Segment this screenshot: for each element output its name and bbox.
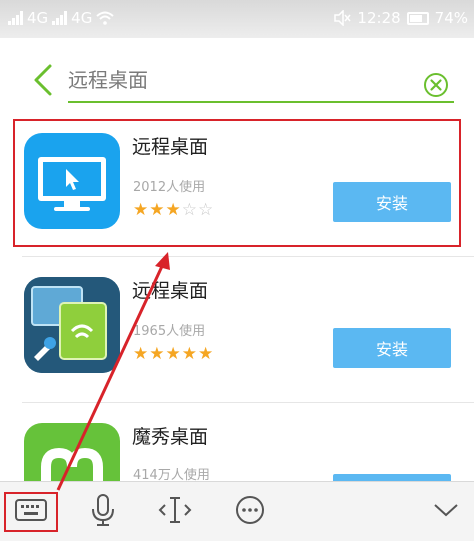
search-header: 远程桌面 xyxy=(0,52,474,110)
network-label-2: 4G xyxy=(71,9,93,27)
mute-icon xyxy=(334,10,351,26)
star-filled-icon: ★ xyxy=(149,344,165,364)
search-underline xyxy=(68,101,454,103)
collapse-keyboard-button[interactable] xyxy=(428,492,464,528)
back-arrow-icon[interactable] xyxy=(30,62,56,98)
voice-input-button[interactable] xyxy=(85,492,121,528)
microphone-icon xyxy=(92,494,114,526)
app-list-item[interactable]: 远程桌面 1965人使用 ★ ★ ★ ★ ★ 安装 xyxy=(0,262,474,402)
app-usage-count: 1965人使用 xyxy=(133,324,206,339)
highlight-annotation-box xyxy=(13,119,461,247)
moxiu-desktop-app-icon xyxy=(24,423,120,481)
input-toolbar xyxy=(0,481,474,541)
app-name: 远程桌面 xyxy=(132,280,209,302)
network-label-1: 4G xyxy=(27,9,49,27)
clear-icon[interactable] xyxy=(423,72,449,98)
more-icon xyxy=(236,496,264,524)
star-filled-icon: ★ xyxy=(181,344,197,364)
star-filled-icon: ★ xyxy=(133,344,149,364)
app-name: 魔秀桌面 xyxy=(132,426,209,448)
install-button[interactable]: 安装 xyxy=(333,474,451,481)
signal-icon xyxy=(52,11,68,25)
install-button[interactable]: 安装 xyxy=(333,328,451,368)
star-filled-icon: ★ xyxy=(165,344,181,364)
app-list-item[interactable]: 魔秀桌面 414万人使用 安装 xyxy=(0,408,474,481)
wifi-icon xyxy=(96,11,115,25)
divider xyxy=(22,256,474,257)
keyboard-icon xyxy=(15,499,47,521)
chevron-down-icon xyxy=(434,504,458,517)
more-button[interactable] xyxy=(232,492,268,528)
battery-percent: 74% xyxy=(434,9,468,27)
status-bar: 4G 4G 12:28 74% xyxy=(0,0,474,38)
text-cursor-icon xyxy=(158,497,192,523)
remote-desktop-app-icon xyxy=(24,277,120,373)
battery-icon xyxy=(406,11,429,25)
rating-stars: ★ ★ ★ ★ ★ xyxy=(133,346,213,363)
search-input[interactable]: 远程桌面 xyxy=(68,64,148,93)
app-usage-count: 414万人使用 xyxy=(133,468,210,481)
status-right: 12:28 74% xyxy=(333,9,468,27)
keyboard-button[interactable] xyxy=(13,492,49,528)
signal-icon xyxy=(8,11,23,25)
cursor-move-button[interactable] xyxy=(157,492,193,528)
divider xyxy=(22,402,474,403)
signal-group: 4G 4G xyxy=(8,9,115,27)
status-time: 12:28 xyxy=(357,9,401,27)
star-filled-icon: ★ xyxy=(198,344,214,364)
